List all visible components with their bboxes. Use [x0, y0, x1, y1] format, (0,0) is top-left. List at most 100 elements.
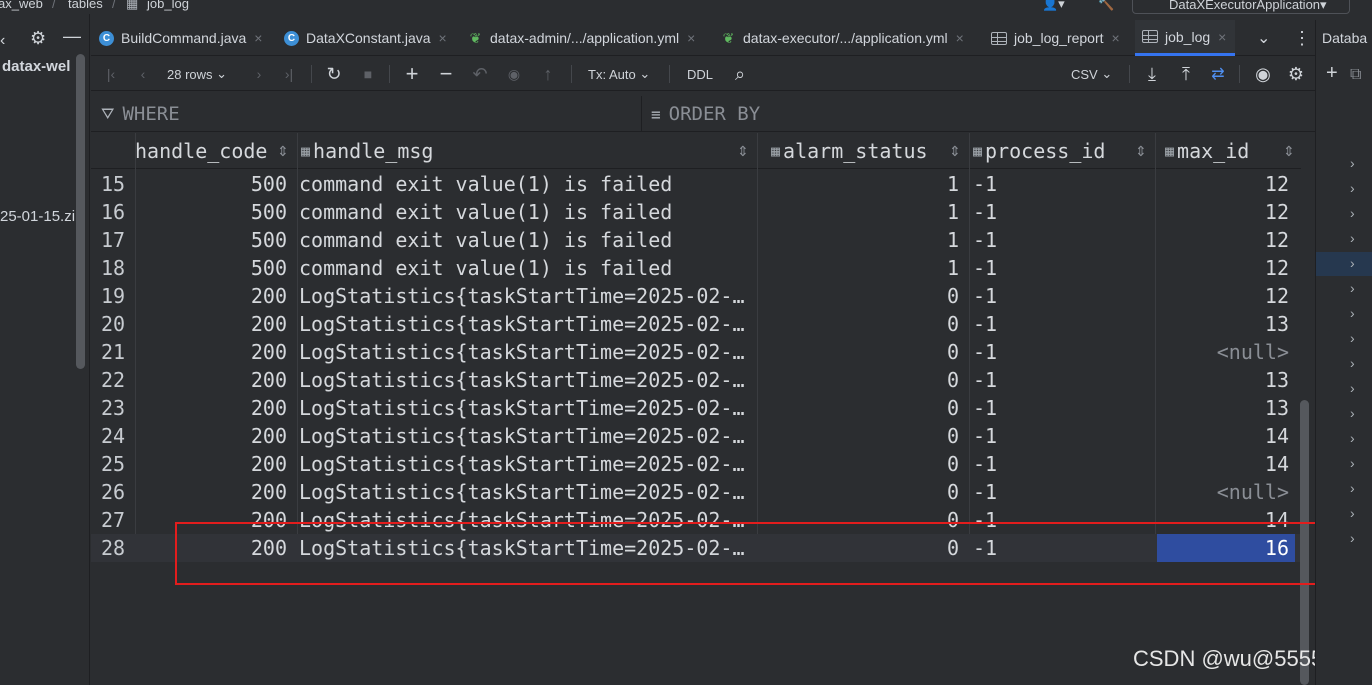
tree-node[interactable]: ›	[1336, 377, 1372, 401]
cell-handle-code[interactable]: 200	[135, 394, 293, 422]
tree-node[interactable]: ›	[1316, 252, 1372, 276]
chevron-right-icon[interactable]: ›	[1350, 305, 1355, 321]
table-row[interactable]: 26 200 LogStatistics{taskStartTime=2025-02…	[91, 478, 1301, 506]
row-number[interactable]: 28	[91, 534, 135, 562]
row-number[interactable]: 17	[91, 226, 135, 254]
user-icon[interactable]: 👤▾	[1042, 0, 1065, 12]
tree-node[interactable]: ›	[1336, 527, 1372, 551]
cell-handle-code[interactable]: 200	[135, 366, 293, 394]
first-page-icon[interactable]: |‹	[101, 57, 121, 91]
cell-handle-msg[interactable]: command exit value(1) is failed	[299, 198, 757, 226]
cell-alarm-status[interactable]: 0	[759, 478, 965, 506]
chevron-right-icon[interactable]: ›	[1350, 230, 1355, 246]
cell-handle-msg[interactable]: LogStatistics{taskStartTime=2025-02-…	[299, 338, 757, 366]
close-icon[interactable]: ×	[1112, 30, 1120, 46]
cell-process-id[interactable]: -1	[973, 170, 1153, 198]
close-icon[interactable]: ×	[1218, 29, 1226, 45]
chevron-right-icon[interactable]: ›	[1350, 355, 1355, 371]
row-number[interactable]: 27	[91, 506, 135, 534]
eye-icon[interactable]: ◉	[1251, 57, 1275, 91]
table-row[interactable]: 21 200 LogStatistics{taskStartTime=2025-02…	[91, 338, 1301, 366]
database-panel-title[interactable]: Databa	[1322, 30, 1367, 46]
cell-max-id[interactable]: 12	[1157, 170, 1295, 198]
cell-handle-code[interactable]: 200	[135, 478, 293, 506]
cell-max-id[interactable]: 12	[1157, 226, 1295, 254]
cell-alarm-status[interactable]: 0	[759, 394, 965, 422]
revert-icon[interactable]: ↶	[469, 57, 491, 91]
chevron-right-icon[interactable]: ›	[1350, 505, 1355, 521]
cell-process-id[interactable]: -1	[973, 226, 1153, 254]
build-hammer-icon[interactable]: 🔨	[1098, 0, 1114, 12]
cell-max-id[interactable]: 14	[1157, 450, 1295, 478]
cell-handle-code[interactable]: 200	[135, 422, 293, 450]
cell-alarm-status[interactable]: 1	[759, 170, 965, 198]
cell-handle-code[interactable]: 500	[135, 170, 293, 198]
column-header-alarm-status[interactable]: ▦ alarm_status	[771, 133, 928, 169]
row-number[interactable]: 23	[91, 394, 135, 422]
chevron-right-icon[interactable]: ›	[1350, 255, 1355, 271]
cell-handle-msg[interactable]: command exit value(1) is failed	[299, 254, 757, 282]
table-row[interactable]: 16 500 command exit value(1) is failed 1 -1 1…	[91, 198, 1301, 226]
breadcrumb-item[interactable]: job_log	[147, 0, 189, 11]
chevron-right-icon[interactable]: ›	[1350, 430, 1355, 446]
chevron-right-icon[interactable]: ›	[1350, 180, 1355, 196]
tree-node[interactable]: ›	[1336, 327, 1372, 351]
tree-node[interactable]: ›	[1336, 277, 1372, 301]
table-row[interactable]: 23 200 LogStatistics{taskStartTime=2025-02…	[91, 394, 1301, 422]
cell-handle-code[interactable]: 500	[135, 254, 293, 282]
tree-node[interactable]: ›	[1336, 402, 1372, 426]
table-row[interactable]: 17 500 command exit value(1) is failed 1 -1 1…	[91, 226, 1301, 254]
close-icon[interactable]: ×	[439, 30, 447, 46]
cell-process-id[interactable]: -1	[973, 338, 1153, 366]
view-icon[interactable]: ◉	[503, 57, 525, 91]
row-number[interactable]: 25	[91, 450, 135, 478]
stop-icon[interactable]: ■	[357, 57, 379, 91]
table-row[interactable]: 20 200 LogStatistics{taskStartTime=2025-02…	[91, 310, 1301, 338]
submit-icon[interactable]: ↑	[537, 57, 559, 91]
column-header-handle-code[interactable]: handle_code	[135, 133, 267, 169]
cell-alarm-status[interactable]: 0	[759, 422, 965, 450]
table-row[interactable]: 18 500 command exit value(1) is failed 1 -1 1…	[91, 254, 1301, 282]
tab-dataxconstant[interactable]: C DataXConstant.java ×	[284, 20, 447, 56]
cell-max-id[interactable]: 12	[1157, 254, 1295, 282]
cell-max-id[interactable]: <null>	[1157, 338, 1295, 366]
cell-alarm-status[interactable]: 0	[759, 282, 965, 310]
export-format-dropdown[interactable]: CSV ⌄	[1071, 57, 1112, 91]
close-icon[interactable]: ×	[687, 30, 695, 46]
chevron-right-icon[interactable]: ›	[1350, 330, 1355, 346]
delete-row-icon[interactable]: −	[435, 57, 457, 91]
last-page-icon[interactable]: ›|	[279, 57, 299, 91]
chevron-right-icon[interactable]: ›	[1350, 205, 1355, 221]
tree-node[interactable]: ›	[1336, 352, 1372, 376]
cell-process-id[interactable]: -1	[973, 282, 1153, 310]
order-by-filter[interactable]: ≡ ORDER BY	[651, 96, 760, 132]
table-row[interactable]: 24 200 LogStatistics{taskStartTime=2025-02…	[91, 422, 1301, 450]
row-number[interactable]: 19	[91, 282, 135, 310]
add-row-icon[interactable]: +	[401, 57, 423, 91]
search-icon[interactable]: ⌕	[729, 57, 751, 91]
cell-max-id[interactable]: 13	[1157, 366, 1295, 394]
rows-count-dropdown[interactable]: 28 rows ⌄	[167, 57, 227, 91]
cell-handle-msg[interactable]: command exit value(1) is failed	[299, 226, 757, 254]
cell-handle-msg[interactable]: LogStatistics{taskStartTime=2025-02-…	[299, 422, 757, 450]
table-row[interactable]: 22 200 LogStatistics{taskStartTime=2025-02…	[91, 366, 1301, 394]
close-icon[interactable]: ×	[956, 30, 964, 46]
cell-max-id[interactable]: 13	[1157, 310, 1295, 338]
next-page-icon[interactable]: ›	[249, 57, 269, 91]
copy-icon[interactable]: ⧉	[1350, 66, 1361, 84]
more-options-icon[interactable]: ⋮	[1293, 20, 1311, 56]
tree-node[interactable]: ›	[1336, 452, 1372, 476]
cell-max-id[interactable]: 14	[1157, 422, 1295, 450]
tab-admin-application-yml[interactable]: ❦ datax-admin/.../application.yml ×	[468, 20, 696, 56]
row-number[interactable]: 26	[91, 478, 135, 506]
chevron-right-icon[interactable]: ›	[1350, 380, 1355, 396]
project-label[interactable]: datax-wel	[2, 58, 70, 75]
add-icon[interactable]: +	[1326, 62, 1338, 85]
cell-alarm-status[interactable]: 0	[759, 366, 965, 394]
collapse-chevron-icon[interactable]: ‹	[0, 32, 5, 50]
cell-process-id[interactable]: -1	[973, 254, 1153, 282]
tab-list-chevron-icon[interactable]: ⌄	[1257, 20, 1270, 56]
column-header-handle-msg[interactable]: ▦ handle_msg	[301, 133, 433, 169]
where-filter[interactable]: ⛛ WHERE	[101, 96, 180, 132]
row-number[interactable]: 18	[91, 254, 135, 282]
